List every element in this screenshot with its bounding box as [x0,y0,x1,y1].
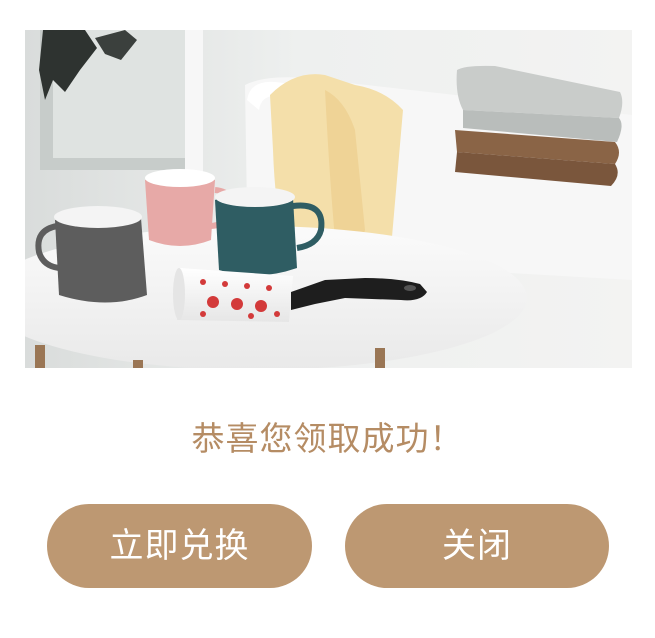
success-message: 恭喜您领取成功！ [191,419,464,458]
redeem-now-button[interactable]: 立即兑换 [47,504,312,588]
close-button[interactable]: 关闭 [345,504,609,588]
product-image [25,30,632,368]
